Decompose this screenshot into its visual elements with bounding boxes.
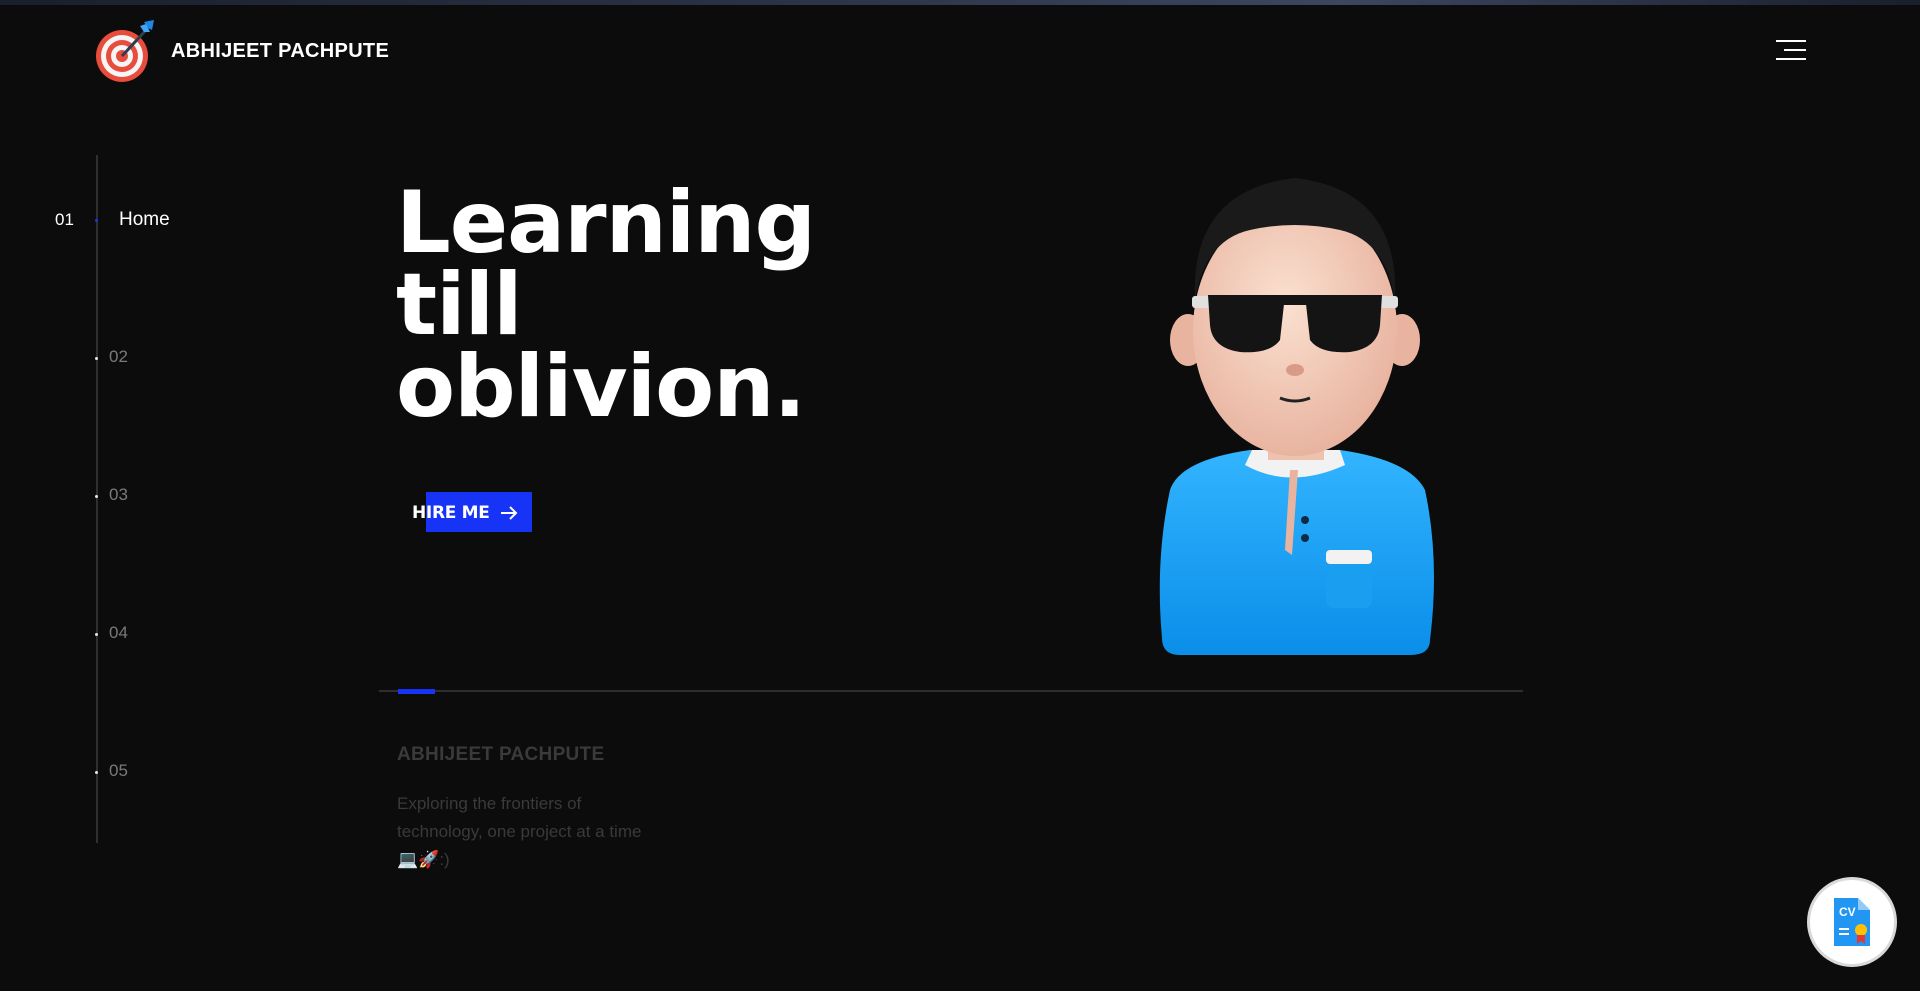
nav-number: 05 <box>109 761 128 780</box>
nav-number: 02 <box>109 347 128 366</box>
bio-name: ABHIJEET PACHPUTE <box>397 744 605 765</box>
nav-number: 03 <box>109 485 128 504</box>
nav-label: Home <box>119 209 170 230</box>
hero-headline: Learning till oblivion. <box>396 173 816 437</box>
svg-text:CV: CV <box>1839 905 1856 919</box>
nav-dot <box>95 495 98 498</box>
cv-download-button[interactable]: CV <box>1810 880 1894 964</box>
headline-line: Learning <box>396 173 816 273</box>
arrow-right-icon <box>499 503 519 523</box>
nav-active-dot <box>95 219 98 222</box>
nav-item-02[interactable]: 02 <box>95 347 128 367</box>
nav-dot <box>95 771 98 774</box>
headline-line: oblivion. <box>396 337 806 437</box>
bio-line: Exploring the frontiers of <box>397 794 582 813</box>
nav-item-03[interactable]: 03 <box>95 485 128 505</box>
cv-document-icon: CV <box>1834 898 1870 946</box>
hire-me-button[interactable]: HIRE ME <box>412 492 532 534</box>
nav-number: 01 <box>55 210 74 229</box>
bio-line: 💻🚀:) <box>397 850 450 869</box>
avatar-illustration <box>1140 170 1450 660</box>
nav-item-04[interactable]: 04 <box>95 623 128 643</box>
bio-line: technology, one project at a time <box>397 822 642 841</box>
nav-item-home[interactable]: 01 Home <box>55 209 170 231</box>
brand-name[interactable]: ABHIJEET PACHPUTE <box>171 40 389 63</box>
section-divider <box>379 690 1523 692</box>
target-logo-icon[interactable] <box>94 18 160 84</box>
headline-line: till <box>396 255 523 355</box>
nav-dot <box>95 357 98 360</box>
top-gradient-bar <box>0 0 1920 5</box>
hamburger-menu-icon[interactable] <box>1776 38 1806 62</box>
divider-accent <box>398 689 435 694</box>
bio-text: Exploring the frontiers of technology, o… <box>397 790 717 874</box>
nav-dot <box>95 633 98 636</box>
nav-number: 04 <box>109 623 128 642</box>
hire-button-label: HIRE ME <box>412 503 490 523</box>
nav-item-05[interactable]: 05 <box>95 761 128 781</box>
